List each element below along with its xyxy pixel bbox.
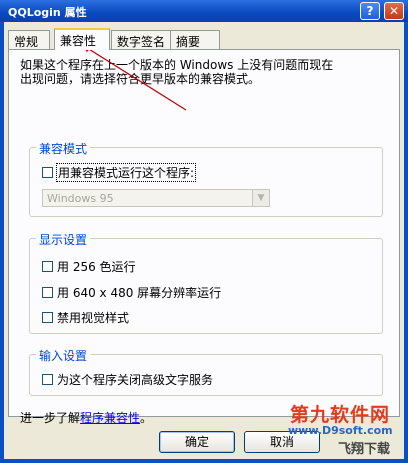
- watermark-url: www.D9soft.com: [288, 424, 393, 437]
- color-256-label: 用 256 色运行: [57, 260, 136, 274]
- help-button[interactable]: ?: [360, 2, 380, 20]
- compat-mode-group: 兼容模式 用兼容模式运行这个程序: Windows 95 ▼: [29, 140, 383, 217]
- ok-button[interactable]: 确定: [159, 431, 235, 453]
- checkbox-icon[interactable]: [42, 287, 53, 298]
- more-info-text: 进一步了解程序兼容性。: [20, 409, 152, 426]
- color-256-checkbox[interactable]: 用 256 色运行: [42, 258, 136, 275]
- watermark-logo: 第九软件网 www.D9soft.com 飞翔下载: [280, 400, 404, 460]
- description-line-1: 如果这个程序在上一个版本的 Windows 上没有问题而现在: [20, 58, 334, 72]
- disable-visual-styles-checkbox[interactable]: 禁用视觉样式: [42, 309, 129, 326]
- title-bar[interactable]: QQLogin 属性 ? ✕: [0, 0, 408, 22]
- program-compat-link[interactable]: 程序兼容性: [80, 411, 140, 425]
- window-title: QQLogin 属性: [8, 6, 87, 19]
- os-version-value: Windows 95: [47, 192, 114, 205]
- tab-general[interactable]: 常规: [8, 30, 50, 49]
- watermark-title: 第九软件网: [290, 404, 391, 426]
- dialog-body: 常规 兼容性 数字签名 摘要 如果这个程序在上一个版本的 Windows 上没有…: [4, 22, 404, 459]
- resolution-640-label: 用 640 x 480 屏幕分辨率运行: [57, 286, 222, 300]
- disable-text-services-checkbox[interactable]: 为这个程序关闭高级文字服务: [42, 371, 213, 388]
- disable-text-services-label: 为这个程序关闭高级文字服务: [57, 373, 214, 387]
- description-line-2: 出现问题，请选择符合更早版本的兼容模式。: [20, 72, 261, 86]
- properties-window: QQLogin 属性 ? ✕ 常规 兼容性 数字签名 摘要 如果这个程序在上一个…: [0, 0, 408, 463]
- more-info-suffix: 。: [140, 411, 153, 425]
- checkbox-icon[interactable]: [42, 312, 53, 323]
- display-settings-title: 显示设置: [36, 231, 91, 248]
- checkbox-icon[interactable]: [42, 261, 53, 272]
- tab-compatibility[interactable]: 兼容性: [54, 28, 110, 50]
- description-text: 如果这个程序在上一个版本的 Windows 上没有问题而现在 出现问题，请选择符…: [20, 58, 380, 86]
- chevron-down-icon[interactable]: ▼: [252, 190, 269, 206]
- tab-summary[interactable]: 摘要: [170, 30, 220, 49]
- compat-mode-checkbox[interactable]: 用兼容模式运行这个程序:: [42, 163, 197, 182]
- input-settings-title: 输入设置: [36, 347, 91, 364]
- close-button[interactable]: ✕: [384, 2, 404, 20]
- disable-visual-styles-label: 禁用视觉样式: [57, 311, 130, 325]
- tab-digital-signature[interactable]: 数字签名: [111, 30, 171, 49]
- checkbox-icon[interactable]: [42, 167, 53, 178]
- display-settings-group: 显示设置 用 256 色运行 用 640 x 480 屏幕分辨率运行 禁用视觉样…: [29, 231, 383, 334]
- os-version-select[interactable]: Windows 95 ▼: [42, 189, 270, 207]
- watermark-sub: 飞翔下载: [338, 442, 391, 457]
- more-info-prefix: 进一步了解: [20, 411, 81, 425]
- compat-mode-title: 兼容模式: [36, 140, 91, 157]
- compat-mode-label: 用兼容模式运行这个程序:: [55, 163, 197, 182]
- checkbox-icon[interactable]: [42, 374, 53, 385]
- resolution-640-checkbox[interactable]: 用 640 x 480 屏幕分辨率运行: [42, 284, 221, 301]
- compatibility-panel: 如果这个程序在上一个版本的 Windows 上没有问题而现在 出现问题，请选择符…: [8, 49, 400, 425]
- input-settings-group: 输入设置 为这个程序关闭高级文字服务: [29, 347, 383, 396]
